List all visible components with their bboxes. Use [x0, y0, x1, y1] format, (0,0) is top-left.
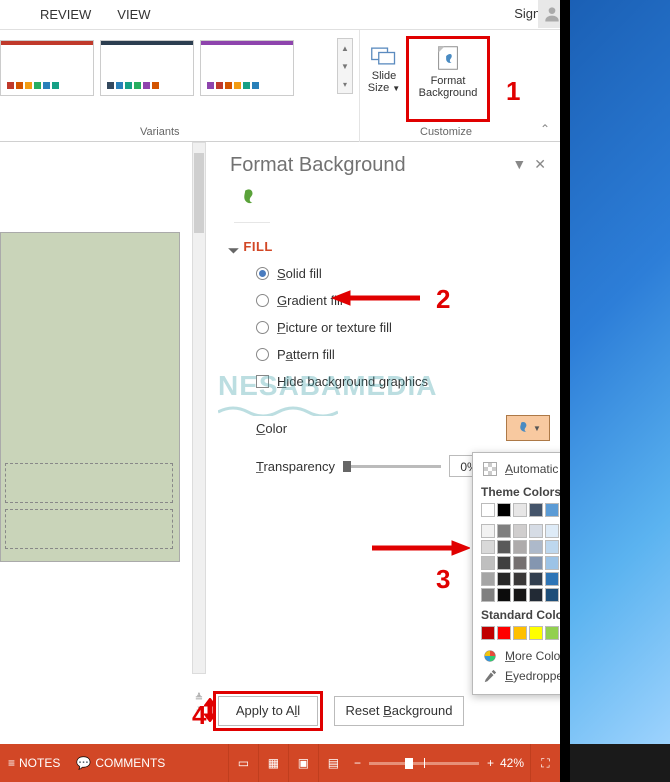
picture-fill-radio[interactable]: Picture or texture fill [256, 320, 560, 335]
color-swatch[interactable] [497, 588, 511, 602]
tab-review[interactable]: REVIEW [40, 7, 91, 22]
color-swatch[interactable] [529, 503, 543, 517]
color-swatch[interactable] [481, 572, 495, 586]
color-swatch[interactable] [481, 524, 495, 538]
color-swatch[interactable] [529, 572, 543, 586]
color-swatch[interactable] [497, 524, 511, 538]
zoom-out-icon[interactable]: − [354, 756, 361, 770]
pane-close-icon[interactable]: ✕ [534, 156, 546, 173]
transparency-slider[interactable] [343, 465, 441, 468]
color-swatch[interactable] [513, 524, 527, 538]
reset-background-button[interactable]: Reset Background [334, 696, 464, 726]
variant-thumb[interactable] [100, 40, 194, 96]
slide-edit-area[interactable] [0, 232, 180, 562]
slide-size-button[interactable]: Slide Size ▼ [364, 38, 404, 122]
color-swatch[interactable] [497, 626, 511, 640]
sorter-view-icon[interactable]: ▦ [258, 744, 288, 782]
variants-group: ▲▼▾ Variants [0, 30, 360, 142]
zoom-in-icon[interactable]: + [487, 756, 494, 770]
comments-button[interactable]: 💬COMMENTS [76, 756, 165, 770]
annotation-2: 2 [436, 284, 450, 315]
annotation-3: 3 [436, 564, 450, 595]
color-label: Color [256, 421, 396, 436]
pane-title: Format Background [230, 154, 560, 177]
color-swatch[interactable] [545, 572, 559, 586]
customize-group: Slide Size ▼ Format Background Customize… [360, 30, 560, 142]
text-placeholder[interactable] [5, 463, 173, 503]
color-swatch[interactable] [497, 572, 511, 586]
variant-thumb[interactable] [200, 40, 294, 96]
color-swatch[interactable] [529, 524, 543, 538]
color-swatch[interactable] [529, 626, 543, 640]
fit-to-window-icon[interactable]: ⛶ [530, 744, 560, 782]
ribbon-body: ▲▼▾ Variants Slide Size ▼ Format Backgro… [0, 30, 560, 142]
color-swatch[interactable] [529, 540, 543, 554]
annotation-arrow [370, 540, 470, 556]
format-background-button[interactable]: Format Background [406, 36, 490, 122]
annotation-1: 1 [506, 76, 520, 107]
color-swatch[interactable] [529, 588, 543, 602]
ribbon-tabs: REVIEW VIEW [0, 0, 560, 30]
variants-dropdown[interactable]: ▲▼▾ [337, 38, 353, 94]
zoom-slider[interactable] [369, 762, 479, 765]
text-placeholder[interactable] [5, 509, 173, 549]
color-swatch[interactable] [545, 556, 559, 570]
pane-options-icon[interactable]: ▼ [512, 156, 526, 173]
color-swatch[interactable] [545, 524, 559, 538]
apply-to-all-button[interactable]: Apply to All [218, 696, 318, 726]
color-swatch[interactable] [513, 556, 527, 570]
variant-thumb[interactable] [0, 40, 94, 96]
color-swatch[interactable] [481, 588, 495, 602]
color-swatch[interactable] [545, 626, 559, 640]
color-swatch[interactable] [529, 556, 543, 570]
color-swatch[interactable] [545, 503, 559, 517]
variants-label: Variants [140, 126, 180, 138]
color-swatch[interactable] [481, 503, 495, 517]
color-swatch[interactable] [513, 572, 527, 586]
fill-section-header[interactable]: FILL [230, 239, 560, 254]
reading-view-icon[interactable]: ▣ [288, 744, 318, 782]
normal-view-icon[interactable]: ▭ [228, 744, 258, 782]
color-swatch[interactable] [497, 556, 511, 570]
notes-button[interactable]: ≡NOTES [8, 756, 60, 770]
color-swatch[interactable] [545, 588, 559, 602]
color-picker-button[interactable]: ▼ [506, 415, 550, 441]
annotation-arrow [204, 698, 216, 722]
color-swatch[interactable] [481, 540, 495, 554]
color-swatch[interactable] [481, 626, 495, 640]
edit-scrollbar[interactable]: ≜⩡ [192, 142, 206, 674]
solid-fill-radio[interactable]: SSolid fillolid fill [256, 266, 560, 281]
annotation-arrow [332, 290, 422, 306]
slideshow-view-icon[interactable]: ▤ [318, 744, 348, 782]
desktop-background [560, 0, 670, 782]
color-swatch[interactable] [513, 540, 527, 554]
status-bar: ≡NOTES 💬COMMENTS ▭ ▦ ▣ ▤ − + 42% ⛶ [0, 744, 560, 782]
color-swatch[interactable] [513, 626, 527, 640]
tab-view[interactable]: VIEW [117, 7, 150, 22]
watermark: NESABAMEDIA [218, 370, 437, 416]
fill-tab-icon[interactable] [236, 187, 560, 214]
collapse-ribbon-icon[interactable]: ⌃ [540, 122, 550, 136]
zoom-value[interactable]: 42% [500, 756, 524, 770]
color-swatch[interactable] [481, 556, 495, 570]
customize-label: Customize [420, 126, 472, 138]
color-swatch[interactable] [513, 503, 527, 517]
transparency-label: Transparency [256, 459, 335, 474]
color-swatch[interactable] [497, 540, 511, 554]
pattern-fill-radio[interactable]: Pattern fill [256, 347, 560, 362]
color-swatch[interactable] [497, 503, 511, 517]
color-swatch[interactable] [545, 540, 559, 554]
color-swatch[interactable] [513, 588, 527, 602]
